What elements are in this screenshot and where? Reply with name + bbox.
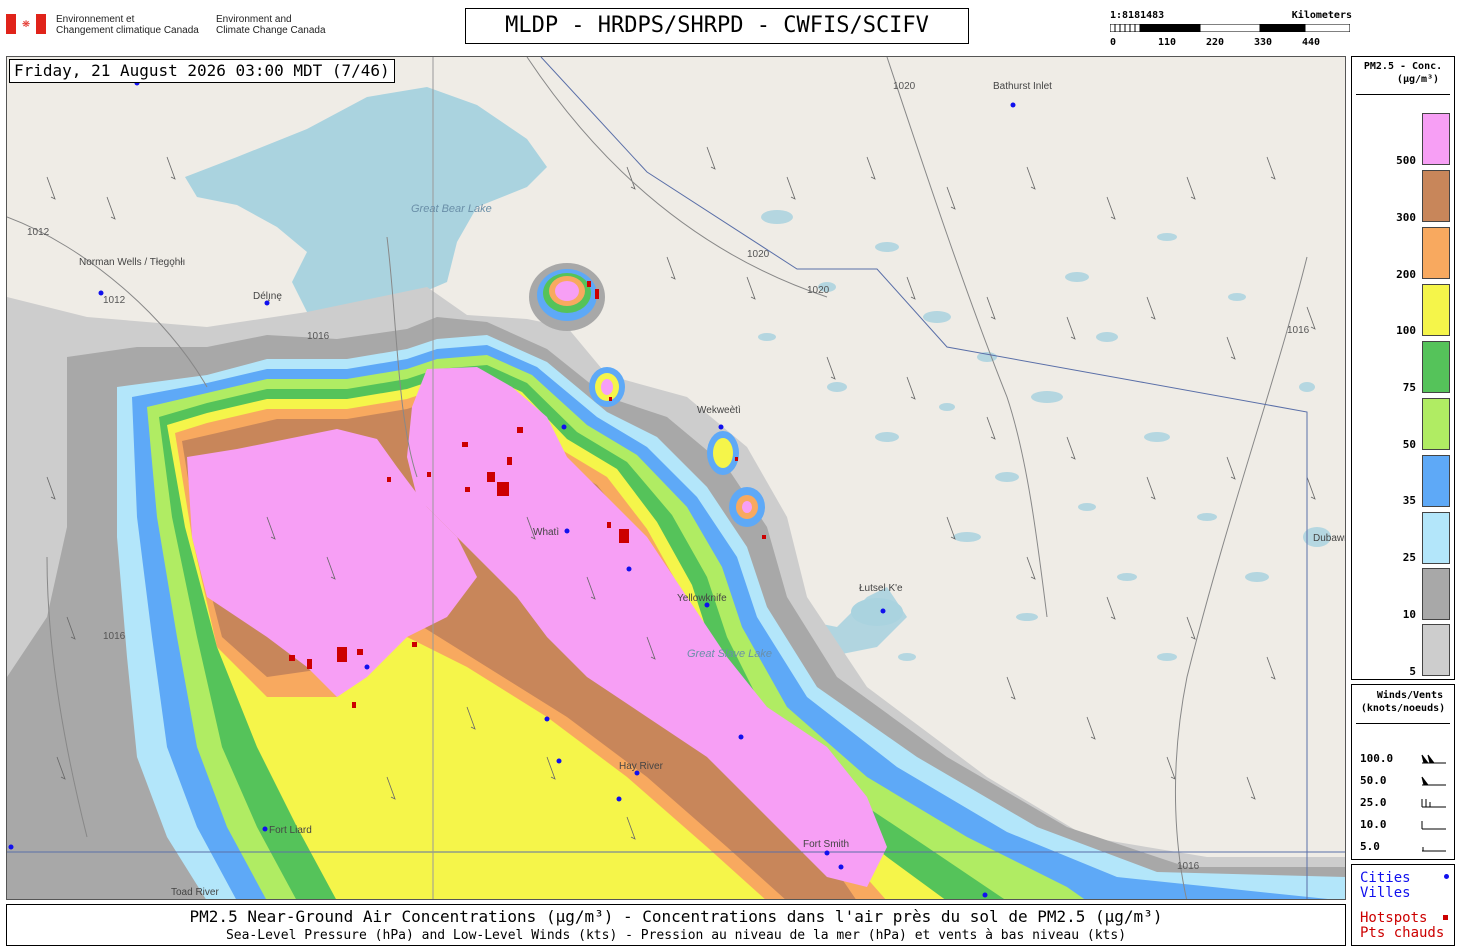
city-label: Łutsel K'e [859,583,903,594]
scale-tick: 220 [1206,37,1225,48]
city-label: Norman Wells / Tłegǫhłı [79,257,185,268]
city-label: Fort Liard [269,825,312,836]
lake-label-great-slave: Great Slave Lake [687,648,772,660]
legend-label: 100 [1396,324,1416,337]
isobar-label: 1016 [1287,325,1310,336]
hotspots-legend-label: Hotspots Pts chauds [1360,911,1444,941]
scale-tick: 0 [1110,37,1117,48]
scale-tick: 330 [1254,37,1273,48]
wind-legend-unit: (knots/noeuds) [1360,703,1446,714]
legend-label: 300 [1396,211,1416,224]
lake-label-great-bear: Great Bear Lake [411,203,492,215]
legend-label: 500 [1396,154,1416,167]
hotspot-marker-icon [1443,915,1448,920]
wind-legend-title: Winds/Vents [1376,690,1444,701]
legend-label: 35 [1402,494,1416,507]
caption-line-2: Sea-Level Pressure (hPa) and Low-Level W… [225,928,1127,943]
legend-label: 10 [1402,608,1416,621]
city-label: Hay River [619,761,664,772]
isobar-label: 1012 [103,295,126,306]
dept-name-en: Environment and Climate Change Canada [216,14,326,36]
city-label: Fort Smith [803,839,849,850]
legend-swatch-200 [1422,227,1450,279]
scale-ratio: 1:8181483 [1110,10,1165,21]
city-label: Wekweètì [697,405,741,416]
wind-level-label: 10.0 [1360,818,1387,831]
hotspots-en: Hotspots [1360,910,1428,926]
legend-swatch-500 [1422,113,1450,165]
legend-label: 200 [1396,268,1416,281]
scale-tick: 440 [1302,37,1321,48]
wind-level-label: 25.0 [1360,796,1387,809]
hotspots-fr: Pts chauds [1360,925,1445,941]
city-label: Délı̨nę [253,291,282,302]
cities-legend-label: Cities Villes [1360,871,1411,901]
city-label: Bathurst Inlet [993,81,1052,92]
legend-swatch-10 [1422,568,1450,620]
wind-barb-5-icon [1422,847,1446,852]
legend-swatch-35 [1422,455,1450,507]
wind-level-label: 5.0 [1360,840,1380,853]
wind-barb-50-icon [1421,776,1446,786]
markers-legend: Cities Villes Hotspots Pts chauds [1351,864,1455,946]
legend-swatch-25 [1422,512,1450,564]
cities-fr: Villes [1360,885,1411,901]
city-label: Whatì [533,527,559,538]
map-canvas: 1012 1012 1016 1020 1020 1020 1016 1016 … [7,57,1346,899]
isobar-label: 1012 [27,227,50,238]
isobar-label: 1020 [893,81,916,92]
legend-swatch-100 [1422,284,1450,336]
wind-barb-10-icon [1421,821,1446,830]
scale-bar: 1:8181483 Kilometers 0 110 220 330 440 [1110,10,1352,50]
legend-label: 5 [1409,665,1416,678]
city-label: Dubawnt Lake [1313,533,1346,544]
eccc-logo: ❋ Environnement et Changement climatique… [6,12,336,42]
city-label: Yellowknife [677,593,727,604]
wind-barb-25-icon [1421,799,1446,808]
legend-swatch-50 [1422,398,1450,450]
map-caption: PM2.5 Near-Ground Air Concentrations (µg… [6,904,1346,946]
isobar-label: 1020 [807,285,830,296]
cities-en: Cities [1360,870,1411,886]
dept-name-fr: Environnement et Changement climatique C… [56,14,199,36]
scale-tick: 110 [1158,37,1177,48]
isobar-label: 1016 [1177,861,1200,872]
city-marker-icon [1444,874,1449,879]
city-label: Toad River [171,887,219,898]
pm25-legend-unit: (µg/m³) [1396,74,1440,85]
map-title: MLDP - HRDPS/SHRPD - CWFIS/SCIFV [465,8,969,44]
scale-unit: Kilometers [1291,10,1352,21]
wind-legend: Winds/Vents (knots/noeuds) 100.0 50.0 25… [1351,684,1455,860]
scale-bar-graphic [1110,24,1350,32]
isobar-label: 1016 [103,631,126,642]
pm25-legend-title: PM2.5 - Conc. [1363,61,1443,72]
wind-level-label: 100.0 [1360,752,1394,765]
pm25-legend: PM2.5 - Conc. (µg/m³) 500 300 200 100 75… [1351,56,1455,680]
forecast-timestamp: Friday, 21 August 2026 03:00 MDT (7/46) [9,59,395,83]
lutsel-ke-arm [851,598,903,626]
isobar-label: 1016 [307,331,330,342]
legend-swatch-300 [1422,170,1450,222]
isobar-label: 1020 [747,249,770,260]
smoke-forecast-map[interactable]: 1012 1012 1016 1020 1020 1020 1016 1016 … [6,56,1346,900]
wind-barb-100-icon [1421,754,1446,764]
canada-flag-icon: ❋ [6,14,46,34]
wind-level-label: 50.0 [1360,774,1387,787]
legend-label: 50 [1402,438,1416,451]
legend-label: 75 [1402,381,1416,394]
legend-swatch-5 [1422,624,1450,676]
legend-swatch-75 [1422,341,1450,393]
legend-label: 25 [1402,551,1416,564]
caption-line-1: PM2.5 Near-Ground Air Concentrations (µg… [189,907,1163,926]
